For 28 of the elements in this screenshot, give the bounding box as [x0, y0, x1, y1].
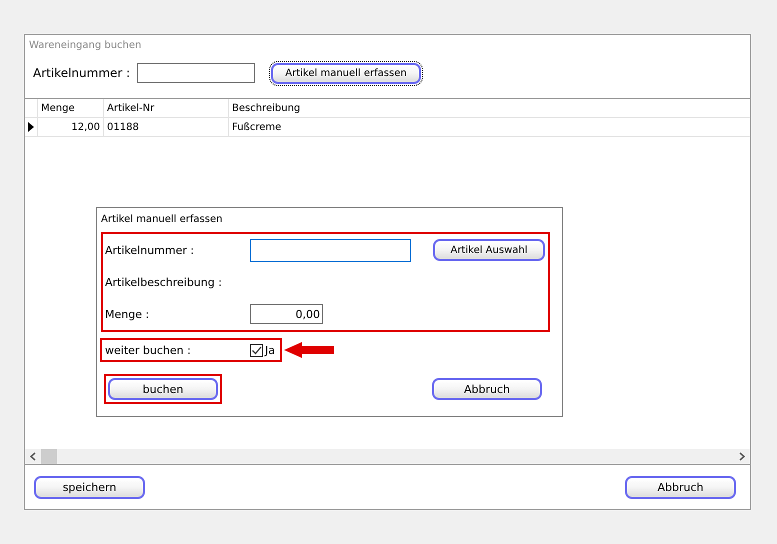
column-header[interactable]: Menge [38, 99, 104, 117]
table-cell-text: Fußcreme [231, 120, 282, 134]
scroll-left-icon[interactable] [30, 452, 36, 461]
field-label: Artikelnummer : [105, 244, 196, 256]
horizontal-scrollbar[interactable] [25, 449, 750, 464]
window-title: Wareneingang buchen [28, 39, 142, 53]
field-label: Artikelbeschreibung : [105, 276, 223, 288]
cancel-button[interactable]: Abbruch [625, 476, 736, 498]
column-header[interactable]: Artikel-Nr [104, 99, 229, 117]
input-field[interactable] [250, 238, 411, 262]
field-label: Menge : [105, 308, 150, 320]
save-button[interactable]: speichern [34, 476, 145, 498]
book-button[interactable]: buchen [108, 378, 218, 400]
manual-entry-button[interactable]: Artikel manuell erfassen [271, 62, 421, 84]
input-field[interactable] [137, 63, 255, 83]
dialog-title: Artikel manuell erfassen [100, 213, 224, 227]
field-label: Artikelnummer : [33, 66, 132, 80]
table-cell: 01188 [104, 118, 229, 136]
checkbox-label[interactable]: Ja [265, 344, 275, 356]
column-header[interactable]: Beschreibung [229, 99, 389, 117]
field-label: weiter buchen : [105, 344, 192, 356]
table-cell: 12,00 [38, 118, 104, 136]
scroll-thumb[interactable] [41, 449, 57, 464]
quantity-field[interactable]: 0,00 [250, 304, 323, 324]
article-select-button[interactable]: Artikel Auswahl [433, 239, 545, 261]
checkbox[interactable] [250, 344, 263, 356]
cancel-button[interactable]: Abbruch [432, 378, 542, 400]
scroll-right-icon[interactable] [739, 452, 745, 461]
